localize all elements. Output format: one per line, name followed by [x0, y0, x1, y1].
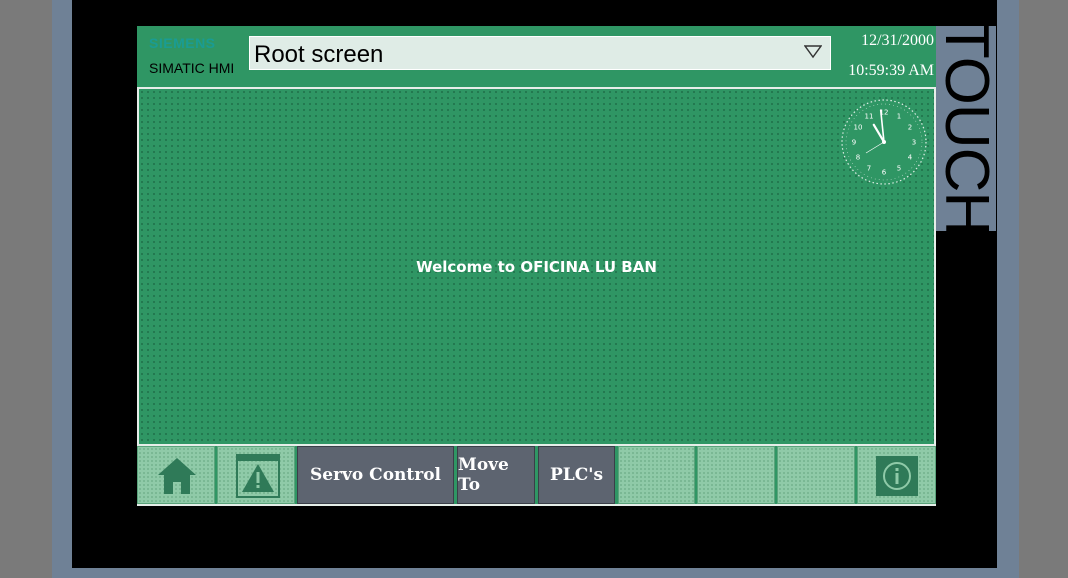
servo-control-button[interactable]: Servo Control [297, 446, 454, 504]
header-bar: SIEMENS SIMATIC HMI Root screen 12/31/20… [137, 26, 936, 86]
screen-selector-dropdown[interactable]: Root screen [249, 36, 831, 70]
plcs-button[interactable]: PLC's [538, 446, 615, 504]
function-key-alarms[interactable] [217, 446, 295, 504]
function-key-empty-2[interactable] [697, 446, 775, 504]
clock-number: 4 [908, 154, 913, 162]
clock-number: 10 [854, 124, 863, 132]
chevron-down-icon[interactable] [803, 45, 823, 64]
clock-number: 9 [852, 139, 856, 147]
clock-number: 6 [882, 169, 887, 177]
move-to-button[interactable]: Move To [457, 446, 535, 504]
function-key-empty-3[interactable] [777, 446, 855, 504]
clock-number: 8 [856, 154, 860, 162]
clock-number: 5 [897, 165, 901, 173]
home-icon [157, 456, 197, 501]
bottom-edge [137, 504, 936, 506]
function-key-bar: Servo Control Move To PLC's [137, 446, 936, 506]
simatic-hmi-label: SIMATIC HMI [149, 60, 235, 76]
clock-number: 1 [897, 113, 901, 121]
clock-number: 7 [867, 165, 871, 173]
date-display: 12/31/2000 [861, 32, 934, 49]
welcome-text: Welcome to OFICINA LU BAN [416, 258, 657, 276]
screen-selector-value: Root screen [254, 41, 384, 68]
function-key-empty-1[interactable] [618, 446, 695, 504]
siemens-logo: SIEMENS [149, 35, 216, 51]
warning-icon [236, 454, 280, 503]
info-icon [876, 456, 918, 501]
function-key-info[interactable] [857, 446, 936, 504]
hmi-screen: SIEMENS SIMATIC HMI Root screen 12/31/20… [137, 26, 936, 506]
clock-number: 3 [912, 139, 916, 147]
clock-number: 11 [865, 113, 874, 121]
main-area: Welcome to OFICINA LU BAN 12 1 2 3 4 5 6 7 8 9 10 1… [137, 87, 936, 446]
touch-label: TOUCH [932, 20, 1001, 236]
analog-clock: 12 1 2 3 4 5 6 7 8 9 10 11 [839, 97, 929, 192]
function-key-home[interactable] [137, 446, 215, 504]
time-display: 10:59:39 AM [848, 62, 934, 79]
clock-number: 2 [908, 124, 912, 132]
